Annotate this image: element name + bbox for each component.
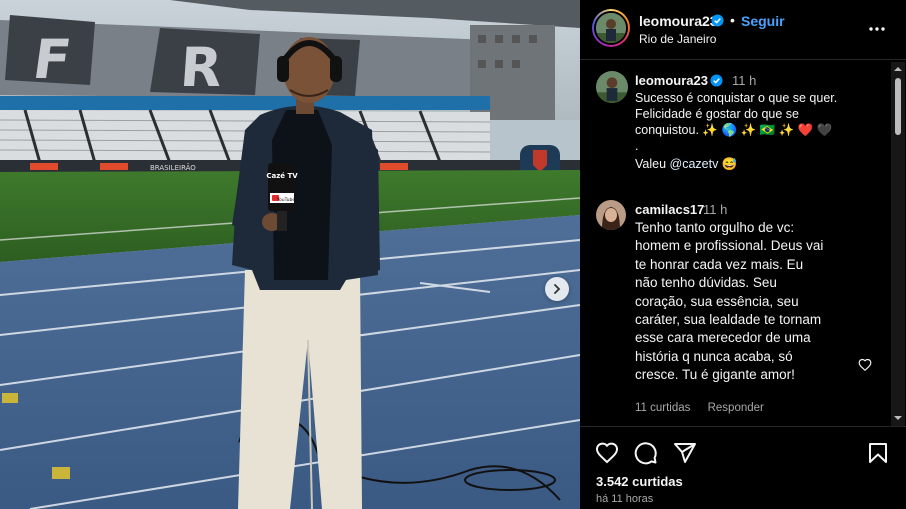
avatar-image (596, 200, 626, 230)
verified-badge-icon (710, 74, 723, 87)
comments-scrollbar[interactable] (891, 62, 905, 426)
caption-thanks-line: Valeu @cazetv 😅 (635, 156, 875, 172)
comment-line: caráter, sua lealdade te tornam (635, 312, 822, 328)
more-options-icon[interactable] (867, 19, 887, 39)
follow-button[interactable]: Seguir (741, 13, 785, 29)
author-avatar[interactable] (592, 9, 630, 47)
avatar-image (596, 13, 626, 43)
caption-line: Sucesso é conquistar o que se quer. (635, 91, 838, 105)
comments-list: leomoura23 11 h Sucesso é conquistar o q… (580, 61, 890, 426)
caption-time: 11 h (732, 73, 757, 88)
caption-username[interactable]: leomoura23 (635, 73, 708, 88)
comment-line: história q nunca acaba, só (635, 348, 793, 364)
reply-button[interactable]: Responder (708, 402, 764, 414)
caption-line: . (635, 139, 639, 153)
stadium-scene: F R BRASILEIRÃO Cazé TV YouTube (0, 0, 580, 509)
comment-icon[interactable] (634, 441, 658, 465)
caption-line: Felicidade é gostar do que se (635, 107, 799, 121)
post-timestamp[interactable]: há 11 horas (596, 493, 653, 505)
comment-line: não tenho dúvidas. Seu (635, 275, 777, 291)
caption-line: conquistou. ✨ 🌎 ✨ 🇧🇷 ✨ ❤️ 🖤 (635, 123, 833, 137)
caption-emoji: 😅 (721, 157, 738, 171)
post-header: leomoura23 • Seguir Rio de Janeiro (580, 0, 906, 60)
commenter-avatar[interactable] (596, 200, 626, 230)
comment-likes-count[interactable]: 11 curtidas (635, 402, 690, 414)
next-photo-button[interactable] (545, 277, 569, 301)
post-actions: 3.542 curtidas há 11 horas (580, 426, 906, 509)
caption-text: Sucesso é conquistar o que se quer. Feli… (635, 90, 875, 172)
commenter-username[interactable]: camilacs17 (635, 202, 704, 217)
caption-thanks: Valeu (635, 157, 667, 171)
comment-time: 11 h (703, 202, 728, 217)
heart-icon[interactable] (595, 441, 619, 465)
bookmark-icon[interactable] (866, 441, 890, 465)
scrollbar-thumb[interactable] (895, 78, 901, 135)
svg-text:R: R (178, 36, 224, 99)
comment-line: Tenho tanto orgulho de vc: (635, 220, 795, 235)
post-side-panel: leomoura23 • Seguir Rio de Janeiro leomo… (580, 0, 906, 509)
scroll-down-arrow-icon[interactable] (893, 414, 903, 422)
author-username[interactable]: leomoura23 (639, 13, 718, 29)
comment-text: Tenho tanto orgulho de vc: homem e profi… (635, 219, 855, 385)
microphone (268, 163, 296, 211)
comment-line: coração, sua essência, seu (635, 293, 799, 309)
post-photo: F R BRASILEIRÃO Cazé TV YouTube (0, 0, 580, 509)
caption-avatar[interactable] (596, 71, 628, 103)
comment-line: cresce. Tu é gigante amor! (635, 367, 795, 383)
comment-line: te honrar cada vez mais. Eu (635, 256, 804, 272)
verified-badge-icon (711, 14, 724, 27)
post-location[interactable]: Rio de Janeiro (639, 32, 716, 46)
mention-link[interactable]: @cazetv (670, 157, 719, 171)
comment-line: homem e profissional. Deus vai (635, 238, 824, 254)
header-separator: • (730, 12, 735, 28)
comment-meta: 11 curtidas Responder (635, 402, 764, 414)
scroll-up-arrow-icon[interactable] (893, 65, 903, 73)
mic-brand: Cazé TV (266, 172, 298, 180)
chevron-right-icon (554, 284, 561, 294)
send-icon[interactable] (673, 441, 697, 465)
comment-like-heart-icon[interactable] (858, 358, 872, 372)
ad-board-text: BRASILEIRÃO (150, 163, 196, 172)
avatar-image (596, 71, 628, 103)
mic-sub: YouTube (276, 197, 296, 203)
likes-count[interactable]: 3.542 curtidas (596, 474, 683, 489)
comment-line: esse cara merecedor de uma (635, 330, 811, 346)
